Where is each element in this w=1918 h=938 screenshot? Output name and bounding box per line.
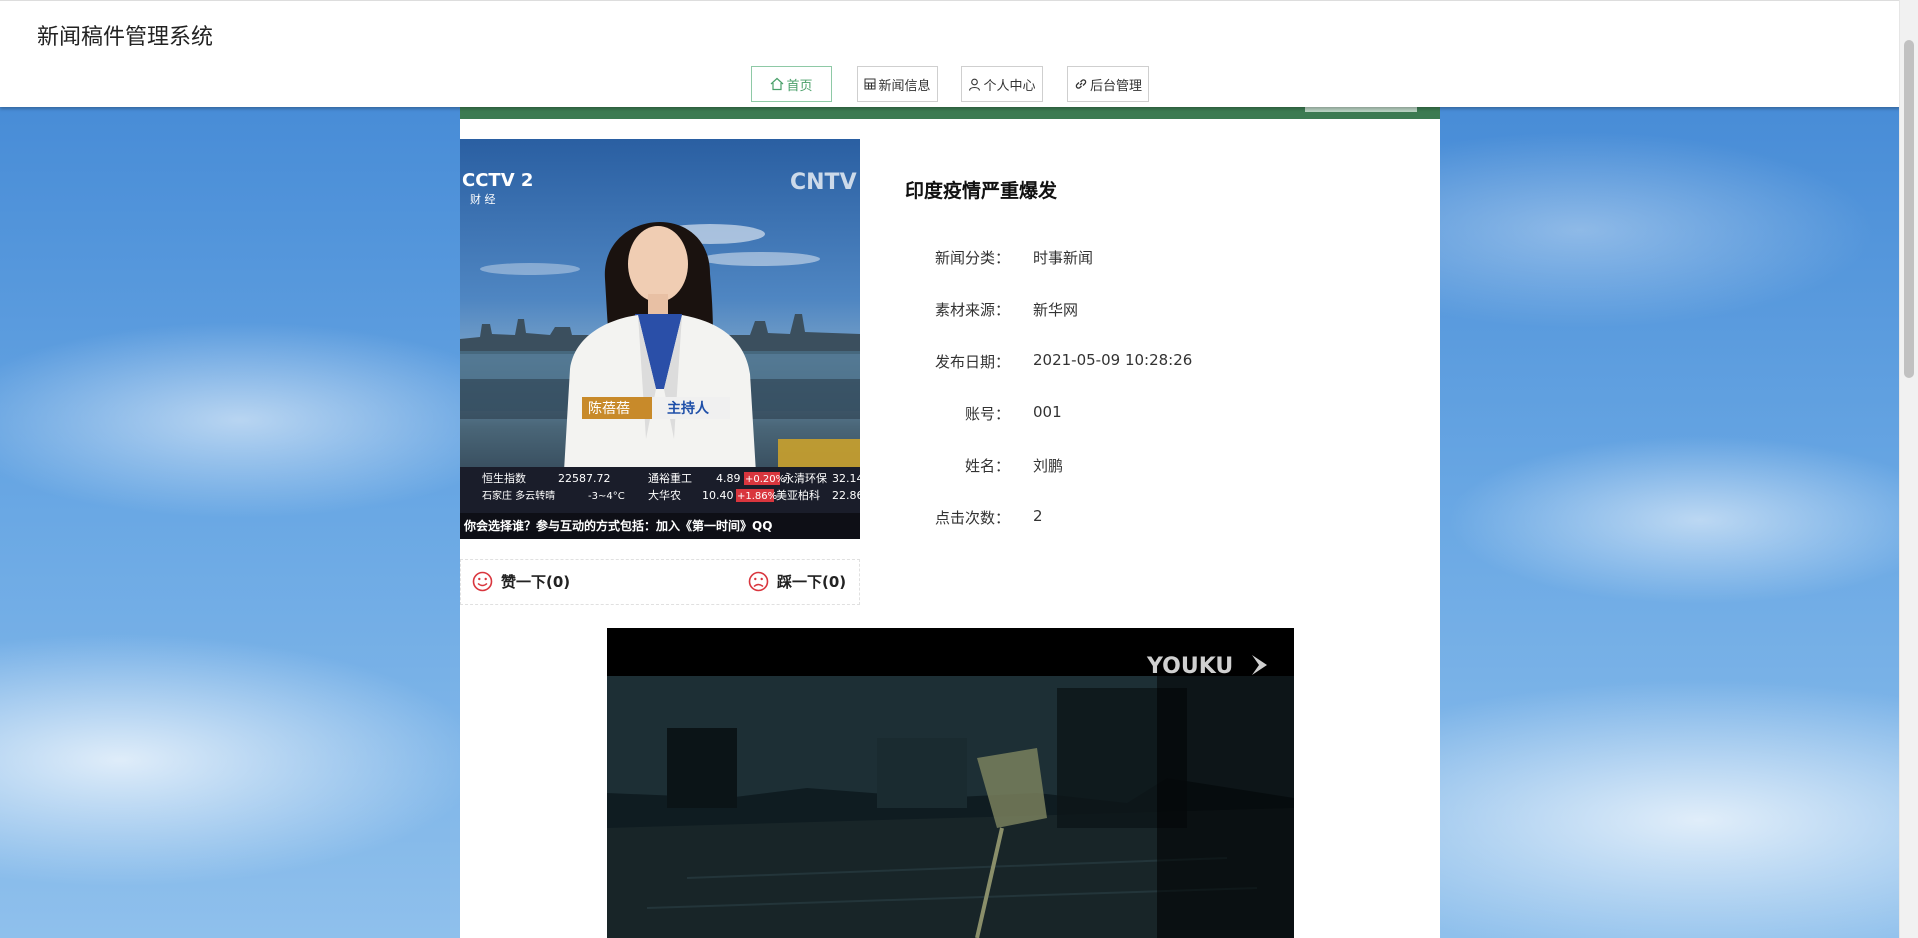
info-value: 新华网 — [1033, 301, 1079, 319]
news-cover-image: CCTV 2 财 经 CNTV 陈蓓蓓 主持人 恒生指数 22587.72 通裕… — [460, 139, 860, 539]
ticker-scroll-text: 你会选择谁？参与互动的方式包括：加入《第一时间》QQ — [463, 518, 772, 533]
info-value: 2 — [1033, 507, 1043, 525]
news-title: 印度疫情严重爆发 — [905, 180, 1058, 202]
ticker-value: 32.14 — [832, 472, 860, 485]
info-label: 姓名： — [964, 457, 1010, 475]
news-detail-panel: CCTV 2 财 经 CNTV 陈蓓蓓 主持人 恒生指数 22587.72 通裕… — [460, 106, 1440, 938]
nav-item-profile[interactable]: 个人中心 — [961, 66, 1043, 102]
nav-item-home[interactable]: 首页 — [751, 66, 832, 102]
user-icon — [969, 78, 981, 91]
info-value: 刘鹏 — [1033, 457, 1064, 475]
ticker-value: 4.89 — [716, 472, 741, 485]
like-button[interactable]: 赞一下(0) — [472, 571, 570, 592]
info-label: 发布日期： — [934, 353, 1010, 371]
ticker-label: 通裕重工 — [648, 471, 692, 485]
main-nav: 首页 新闻信息 个人中心 后台管理 — [0, 66, 1900, 104]
dislike-button[interactable]: 踩一下(0) — [748, 571, 846, 592]
site-title: 新闻稿件管理系统 — [37, 25, 214, 50]
link-icon — [1075, 79, 1087, 89]
nav-item-label: 个人中心 — [983, 78, 1036, 94]
ticker-value: 22587.72 — [558, 472, 611, 485]
video-frame: YOUKU — [607, 628, 1294, 938]
anchor-role: 主持人 — [667, 400, 710, 417]
ticker-value: 10.40 — [702, 489, 734, 502]
ticker-change: +1.86% — [737, 491, 777, 502]
ticker-label: 永清环保 — [783, 471, 827, 485]
channel-logo: CCTV 2 — [462, 170, 533, 191]
nav-item-label: 新闻信息 — [878, 78, 931, 94]
site-header: 新闻稿件管理系统 首页 新闻信息 个人中心 后台管理 — [0, 0, 1900, 107]
anchor-name: 陈蓓蓓 — [588, 400, 630, 417]
info-value: 时事新闻 — [1033, 249, 1094, 267]
like-label: 赞一下(0) — [501, 573, 571, 591]
frown-icon — [748, 571, 769, 592]
news-grid-icon — [864, 78, 876, 90]
channel-sub: 财 经 — [470, 192, 496, 206]
nav-item-admin[interactable]: 后台管理 — [1067, 66, 1149, 102]
vote-box: 赞一下(0) 踩一下(0) — [460, 559, 860, 605]
smile-icon — [472, 571, 493, 592]
info-label: 点击次数： — [934, 509, 1010, 527]
broadcast-still: CCTV 2 财 经 CNTV 陈蓓蓓 主持人 恒生指数 22587.72 通裕… — [460, 170, 860, 539]
info-label: 新闻分类： — [934, 249, 1010, 267]
dislike-label: 踩一下(0) — [777, 573, 847, 591]
scrollbar-thumb[interactable] — [1904, 40, 1914, 378]
ticker-label: 恒生指数 — [482, 471, 526, 485]
ticker-weather: 石家庄 多云转晴 — [482, 489, 555, 502]
page-scrollbar[interactable] — [1899, 0, 1918, 938]
panel-top-bar — [460, 106, 1440, 119]
youku-watermark: YOUKU — [1146, 654, 1233, 679]
info-label: 账号： — [964, 405, 1010, 423]
info-label: 素材来源： — [934, 301, 1010, 319]
news-video-player[interactable]: YOUKU — [607, 628, 1294, 938]
channel-logo-right: CNTV — [790, 170, 857, 195]
ticker-temp: -3~4°C — [588, 491, 625, 502]
info-value: 001 — [1033, 403, 1062, 421]
ticker-label: 美亚柏科 — [776, 488, 820, 502]
ticker-value: 22.86 — [832, 489, 860, 502]
nav-item-label: 首页 — [786, 78, 813, 94]
nav-item-news[interactable]: 新闻信息 — [857, 66, 938, 102]
nav-item-label: 后台管理 — [1089, 78, 1142, 94]
ticker-change: +0.20% — [745, 474, 785, 485]
info-value: 2021-05-09 10:28:26 — [1033, 351, 1193, 369]
ticker-label: 大华农 — [648, 488, 681, 502]
home-icon — [771, 77, 784, 91]
